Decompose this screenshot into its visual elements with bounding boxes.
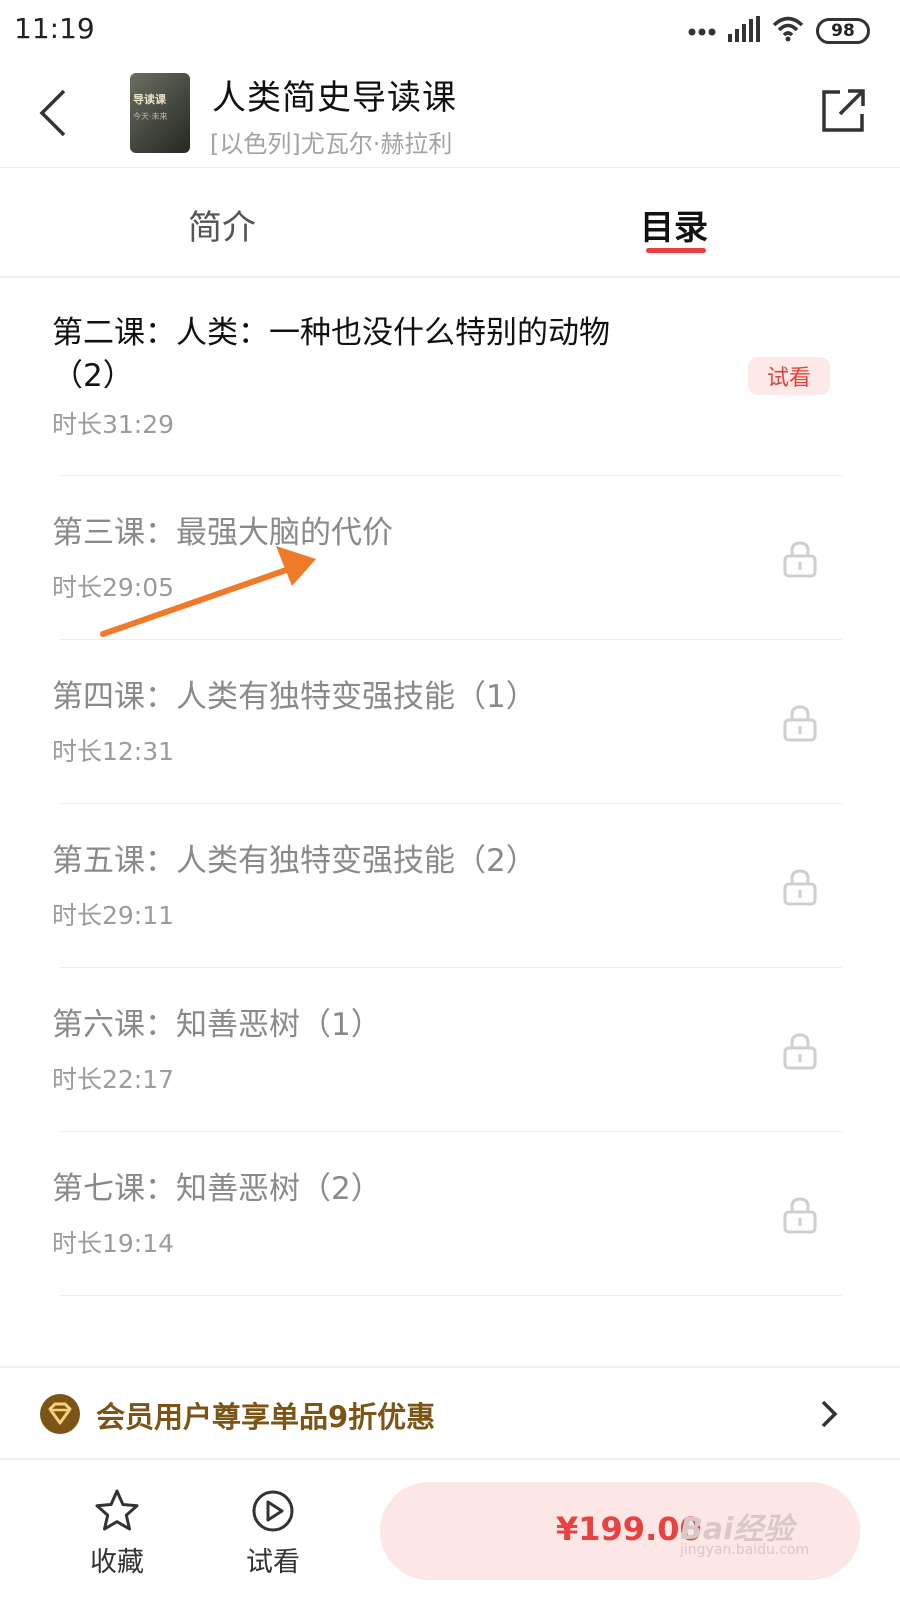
course-author: [以色列]尤瓦尔·赫拉利 (210, 130, 453, 158)
tab-active-indicator (646, 248, 706, 253)
lesson-title: 第三课：最强大脑的代价 (52, 515, 393, 551)
list-item[interactable]: 第四课：人类有独特变强技能（1） 时长12:31 (0, 640, 900, 804)
lock-icon (783, 1033, 817, 1070)
lesson-duration: 时长22:17 (52, 1065, 175, 1094)
battery-indicator: 98 (816, 18, 870, 44)
share-button[interactable] (818, 86, 868, 136)
tab-catalog[interactable]: 目录 (640, 200, 708, 249)
bottom-action-bar: 收藏 试看 ¥199.00 Bai经验 jingyan.baidu.com (0, 1460, 900, 1600)
lesson-title: 第二课：人类：一种也没什么特别的动物（2） (52, 315, 610, 394)
lesson-duration: 时长12:31 (52, 737, 175, 766)
lesson-duration: 时长31:29 (52, 410, 175, 439)
preview-button[interactable]: 试看 (228, 1488, 318, 1588)
status-bar: 11:19 98 (0, 0, 900, 62)
member-discount-banner[interactable]: 会员用户尊享单品9折优惠 (0, 1366, 900, 1460)
header: 导读课 今天·未来 人类简史导读课 [以色列]尤瓦尔·赫拉利 (0, 62, 900, 168)
lesson-duration: 时长29:05 (52, 573, 175, 602)
list-item[interactable]: 第三课：最强大脑的代价 时长29:05 (0, 476, 900, 640)
wifi-icon (772, 16, 804, 46)
divider (60, 1295, 842, 1296)
cover-sub: 今天·未来 (133, 112, 168, 121)
play-circle-icon (252, 1490, 294, 1532)
list-item[interactable]: 第二课：人类：一种也没什么特别的动物（2） 时长31:29 试看 (0, 278, 900, 476)
list-item[interactable]: 第七课：知善恶树（2） 时长19:14 (0, 1132, 900, 1296)
lesson-title: 第七课：知善恶树（2） (52, 1171, 382, 1207)
chevron-right-icon (821, 1400, 838, 1428)
buy-button[interactable]: ¥199.00 Bai经验 jingyan.baidu.com (380, 1482, 860, 1580)
preview-label: 试看 (246, 1547, 300, 1578)
status-icons: 98 (688, 14, 870, 48)
star-icon (95, 1489, 139, 1531)
preview-tag: 试看 (748, 357, 830, 395)
favorite-button[interactable]: 收藏 (72, 1488, 162, 1588)
lesson-duration: 时长19:14 (52, 1229, 175, 1258)
favorite-label: 收藏 (90, 1547, 144, 1578)
member-diamond-icon (40, 1394, 80, 1434)
lock-icon (783, 541, 817, 578)
back-arrow-icon (39, 89, 66, 137)
lesson-title: 第五课：人类有独特变强技能（2） (52, 843, 537, 879)
share-icon (822, 89, 865, 132)
cover-text: 导读课 (133, 93, 166, 106)
list-item[interactable]: 第六课：知善恶树（1） 时长22:17 (0, 968, 900, 1132)
back-button[interactable] (30, 80, 76, 146)
lesson-title: 第四课：人类有独特变强技能（1） (52, 679, 537, 715)
lesson-title: 第六课：知善恶树（1） (52, 1007, 382, 1043)
course-cover: 导读课 今天·未来 (130, 73, 190, 153)
member-discount-text: 会员用户尊享单品9折优惠 (96, 1400, 436, 1434)
signal-icon (728, 16, 760, 46)
status-time: 11:19 (14, 12, 95, 45)
course-title: 人类简史导读课 (212, 78, 457, 118)
tab-intro[interactable]: 简介 (188, 200, 256, 249)
tab-bar: 简介 目录 (0, 168, 900, 278)
lock-icon (783, 1197, 817, 1234)
lock-icon (783, 869, 817, 906)
list-item[interactable]: 第五课：人类有独特变强技能（2） 时长29:11 (0, 804, 900, 968)
lock-icon (783, 705, 817, 742)
more-dots-icon (688, 22, 716, 41)
watermark-url: jingyan.baidu.com (680, 1542, 810, 1558)
lesson-list: 第二课：人类：一种也没什么特别的动物（2） 时长31:29 试看 第三课：最强大… (0, 278, 900, 1366)
lesson-duration: 时长29:11 (52, 901, 175, 930)
